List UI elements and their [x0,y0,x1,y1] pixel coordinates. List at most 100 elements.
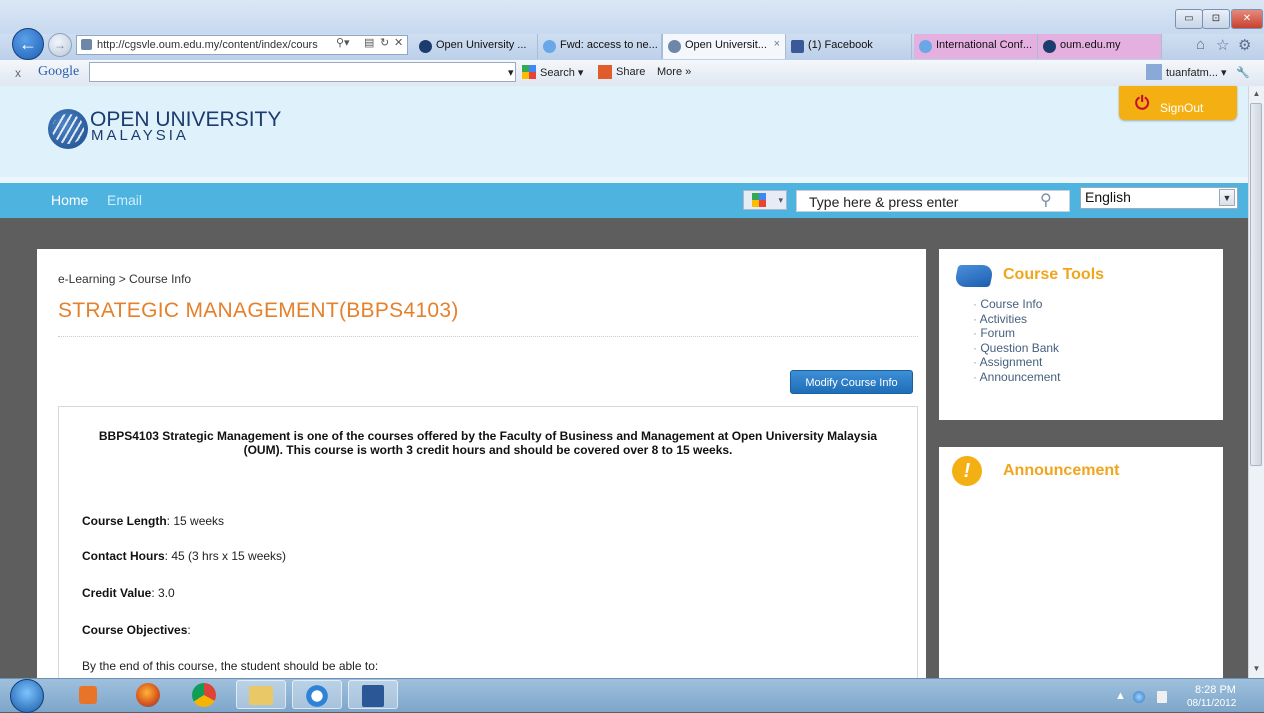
firefox-taskbar-button[interactable] [124,680,174,709]
contact-hours-row: Contact Hours: 45 (3 hrs x 15 weeks) [82,549,286,563]
search-dropdown-icon[interactable]: ⚲▾ [336,36,350,49]
power-tray-icon[interactable] [1157,691,1167,703]
scrollbar-thumb[interactable] [1250,103,1262,466]
google-search-dropdown-icon[interactable]: ▾ [508,66,514,79]
ie-favicon-icon [919,40,932,53]
detail-label: Course Length [82,514,167,528]
tab-facebook[interactable]: (1) Facebook [786,34,912,59]
ie-taskbar-button[interactable] [292,680,342,709]
course-tools-heading: Course Tools [1003,266,1105,283]
breadcrumb: e-Learning > Course Info [58,272,192,286]
tool-link-forum[interactable]: Forum [973,326,1060,341]
signout-label[interactable]: SignOut [1160,101,1203,115]
oum-logo-stripes [52,114,84,144]
browser-titlebar [0,0,1264,34]
google-search-button[interactable]: Search ▾ [540,66,583,79]
modify-course-info-button[interactable]: Modify Course Info [790,370,913,394]
user-avatar-icon [1146,64,1162,80]
alert-icon: ! [952,456,982,486]
detail-label: Credit Value [82,586,152,600]
oum-favicon-icon [1043,40,1056,53]
tool-link-question-bank[interactable]: Question Bank [973,341,1060,356]
nav-email-link[interactable]: Email [107,192,142,208]
window-maximize-button[interactable]: ⊡ [1202,9,1230,29]
toolbar-close-icon[interactable]: x [15,66,21,80]
word-icon [362,685,384,707]
google-search-input[interactable] [89,62,516,82]
tool-link-announcement[interactable]: Announcement [973,370,1061,385]
media-player-icon [79,686,97,704]
detail-label: Course Objectives [82,623,188,637]
tab-open-university-active[interactable]: Open Universit... × [662,34,786,59]
forward-button[interactable]: → [48,33,72,57]
network-icon[interactable] [1133,691,1145,703]
search-icon[interactable]: ⚲ [1040,190,1052,210]
home-icon[interactable]: ⌂ [1196,36,1205,53]
course-objectives-row: Course Objectives: [82,623,191,637]
tab-open-university-1[interactable]: Open University ... [414,34,538,59]
site-search-input[interactable]: Type here & press enter [796,190,1070,212]
google-translate-icon [752,193,766,207]
stop-icon[interactable]: ✕ [394,36,403,49]
credit-value-row: Credit Value: 3.0 [82,586,175,600]
logo-text-line2[interactable]: MALAYSIA [91,127,189,144]
oum-favicon-icon [419,40,432,53]
chevron-down-icon[interactable]: ▼ [1219,189,1235,206]
explorer-taskbar-button[interactable] [236,680,286,709]
internet-explorer-icon [304,684,330,708]
detail-value: : 15 weeks [166,514,225,528]
tool-link-assignment[interactable]: Assignment [973,355,1060,370]
folder-icon [249,686,273,705]
title-divider [58,336,918,337]
search-label: Search [540,67,575,79]
word-taskbar-button[interactable] [348,680,398,709]
detail-label: Contact Hours [82,549,165,563]
course-length-row: Course Length: 15 weeks [82,514,224,528]
media-player-taskbar-button[interactable] [67,680,117,709]
tray-expand-icon[interactable]: ▲ [1115,690,1126,702]
objectives-intro-text: By the end of this course, the student s… [82,659,379,673]
tool-link-course-info[interactable]: Course Info [973,297,1060,312]
clock-date[interactable]: 08/11/2012 [1187,698,1236,709]
address-bar[interactable]: http://cgsvle.oum.edu.my/content/index/c… [76,35,408,55]
site-favicon-icon [81,39,92,50]
google-logo: Google [38,64,80,79]
language-select[interactable]: English [1080,187,1238,209]
tool-link-activities[interactable]: Activities [973,312,1060,327]
clock-time[interactable]: 8:28 PM [1195,684,1236,696]
firefox-icon [136,683,160,707]
tab-oum-edu-my[interactable]: oum.edu.my [1038,34,1162,59]
refresh-icon[interactable]: ↻ [380,36,389,49]
wrench-icon[interactable]: 🔧 [1236,66,1250,79]
chrome-icon [192,683,216,707]
user-account-menu[interactable]: tuanfatm... ▾ [1166,66,1227,79]
detail-value: : [187,623,191,637]
course-tools-list: Course Info Activities Forum Question Ba… [973,297,1061,385]
power-icon[interactable]: ⏻ [1135,93,1149,114]
tab-label: Open Universit... [685,39,767,51]
window-minimize-button[interactable]: ▭ [1175,9,1203,29]
tab-label: Fwd: access to ne... [560,39,658,51]
tools-gear-icon[interactable]: ⚙ [1238,36,1251,54]
detail-value: : 3.0 [151,586,175,600]
tab-fwd-access[interactable]: Fwd: access to ne... [538,34,662,59]
course-intro-text: BBPS4103 Strategic Management is one of … [98,429,878,457]
tab-label: Open University ... [436,39,527,51]
start-button[interactable] [10,679,44,713]
back-button[interactable]: ← [12,28,44,60]
google-search-icon [522,65,536,79]
window-close-button[interactable]: ✕ [1231,9,1263,29]
tab-close-icon[interactable]: × [774,38,780,50]
tab-label: International Conf... [936,39,1033,51]
chrome-taskbar-button[interactable] [180,680,230,709]
nav-home-link[interactable]: Home [51,192,88,208]
tab-international-conf[interactable]: International Conf... [914,34,1038,59]
compat-view-icon[interactable]: ▤ [364,36,374,49]
scroll-down-icon[interactable]: ▼ [1249,661,1264,677]
favorites-star-icon[interactable]: ☆ [1216,36,1229,54]
more-button[interactable]: More » [657,66,691,78]
scroll-up-icon[interactable]: ▲ [1249,86,1264,102]
page-title: STRATEGIC MANAGEMENT(BBPS4103) [58,299,459,322]
book-icon [953,265,995,287]
share-button[interactable]: Share [616,66,645,78]
